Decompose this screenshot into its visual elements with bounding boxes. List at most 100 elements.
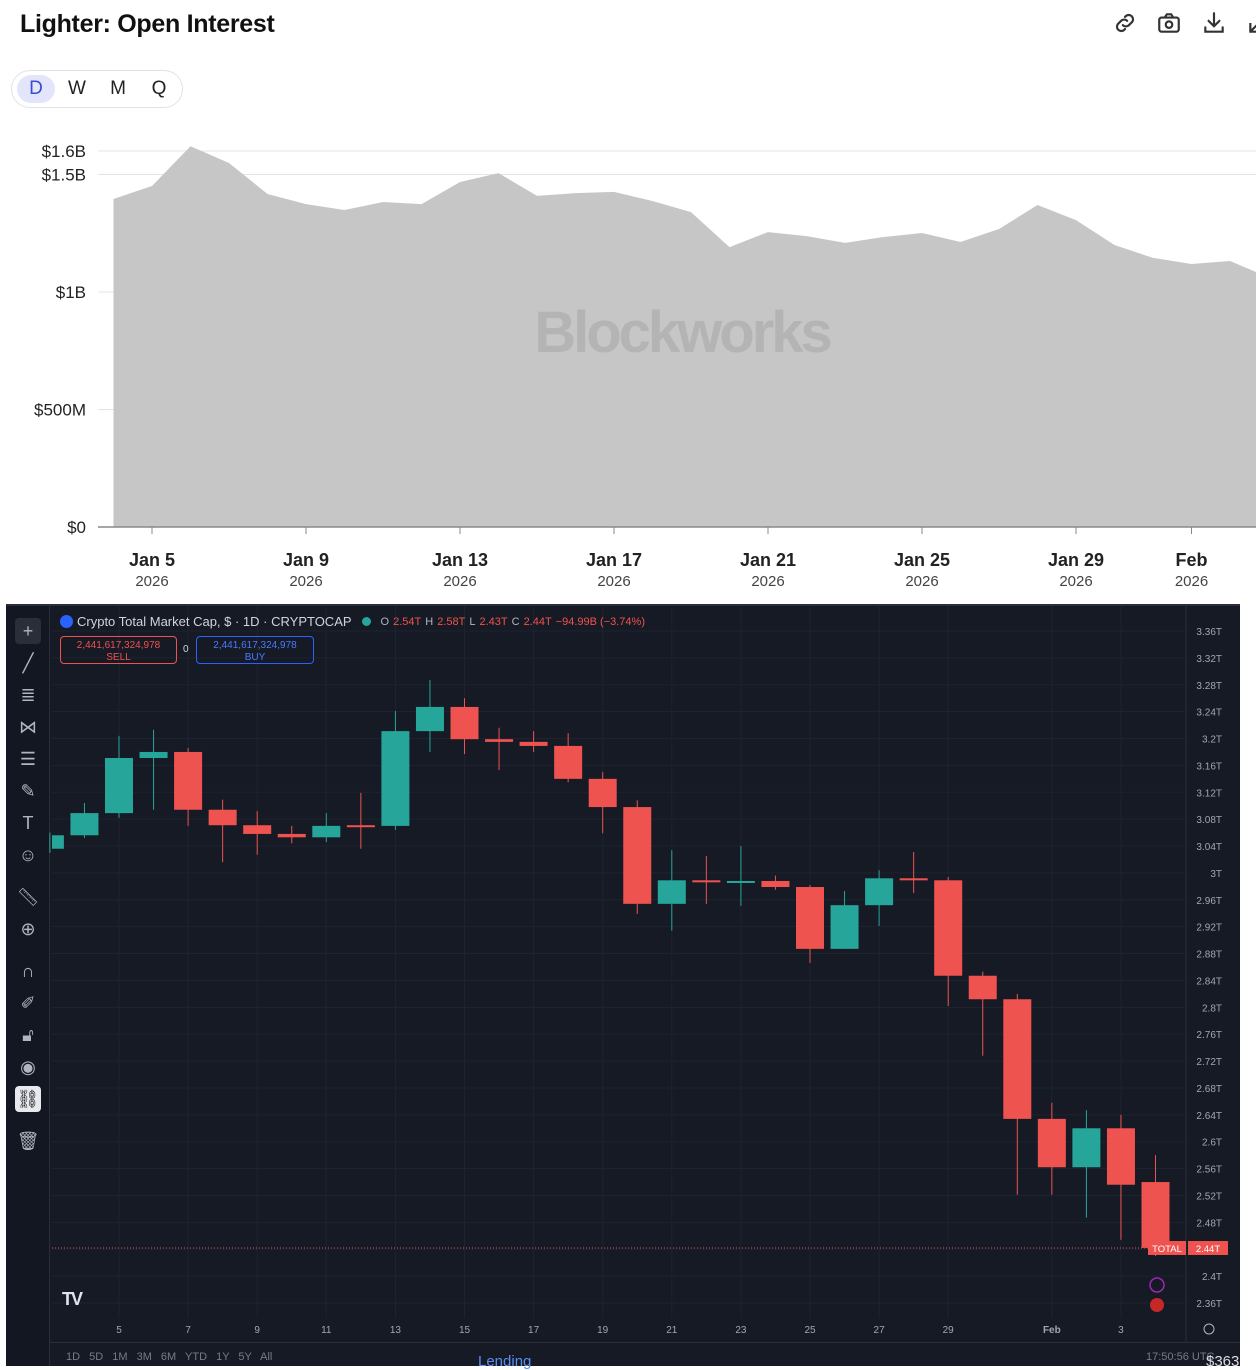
- lending-link[interactable]: Lending: [478, 1353, 531, 1370]
- candle-body: [174, 752, 202, 810]
- time-axis-label: 15: [459, 1325, 471, 1336]
- clock: 17:50:56 UTC: [1146, 1351, 1214, 1363]
- candle-body: [900, 878, 928, 880]
- candle-body: [243, 825, 271, 834]
- candle: [209, 800, 237, 862]
- price-axis-label: 3.28T: [1196, 681, 1222, 692]
- buy-label: BUY: [197, 652, 313, 664]
- candle-body: [623, 807, 651, 904]
- candle-body: [1107, 1128, 1135, 1184]
- time-axis-label: 29: [943, 1325, 955, 1336]
- sell-label: SELL: [61, 652, 176, 664]
- candle: [727, 846, 755, 906]
- candle-body: [969, 976, 997, 1000]
- range-buttons[interactable]: 1D 5D 1M 3M 6M YTD 1Y 5Y All: [66, 1351, 272, 1363]
- buy-button[interactable]: 2,441,617,324,978BUY: [196, 636, 314, 664]
- candle: [1038, 1103, 1066, 1195]
- symbol-title[interactable]: Crypto Total Market Cap, $ · 1D · CRYPTO…: [77, 614, 352, 629]
- price-axis-label: 2.52T: [1196, 1191, 1222, 1202]
- candle: [278, 826, 306, 843]
- candle: [174, 748, 202, 826]
- tradingview-logo[interactable]: TV: [62, 1289, 81, 1310]
- candle: [692, 856, 720, 904]
- candle: [485, 728, 513, 770]
- time-axis-label: 5: [116, 1325, 122, 1336]
- price-axis-label: 3.32T: [1196, 654, 1222, 665]
- price-axis-label: 3.12T: [1196, 788, 1222, 799]
- candle: [761, 876, 789, 890]
- candle: [381, 711, 409, 830]
- candle-body: [658, 880, 686, 904]
- candle-body: [589, 779, 617, 807]
- candlestick-chart: 3.36T3.32T3.28T3.24T3.2T3.16T3.12T3.08T3…: [0, 0, 1256, 1366]
- candle-body: [1072, 1128, 1100, 1167]
- time-axis-label: 19: [597, 1325, 609, 1336]
- market-status-icon: [362, 617, 371, 626]
- price-axis-label: 2.36T: [1196, 1299, 1222, 1310]
- open-value: 2.54T: [393, 616, 421, 628]
- candle-body: [520, 742, 548, 746]
- candle: [70, 803, 98, 838]
- candle-body: [761, 881, 789, 887]
- price-axis-label: 2.72T: [1196, 1057, 1222, 1068]
- price-tag-symbol: TOTAL: [1152, 1244, 1182, 1255]
- candle: [1003, 994, 1031, 1195]
- time-axis-label: 7: [185, 1325, 191, 1336]
- candle-body: [727, 881, 755, 883]
- candle-body: [865, 878, 893, 905]
- candle-body: [554, 746, 582, 779]
- candle: [520, 731, 548, 752]
- candle: [589, 772, 617, 833]
- candle: [934, 877, 962, 1006]
- open-label: O: [381, 616, 390, 628]
- buy-price: 2,441,617,324,978: [197, 640, 313, 652]
- us-flag-icon[interactable]: [1150, 1298, 1164, 1312]
- price-axis-label: 3.24T: [1196, 708, 1222, 719]
- change-value: −94.99B (−3.74%): [556, 616, 645, 628]
- lightning-icon[interactable]: [1150, 1278, 1164, 1292]
- time-axis-label: Feb: [1043, 1325, 1061, 1336]
- candle: [451, 698, 479, 754]
- last-price-tag: TOTAL 2.44T: [1148, 1241, 1228, 1255]
- time-axis-label: 11: [321, 1325, 332, 1336]
- time-axis-label: 21: [666, 1325, 678, 1336]
- candle-body: [347, 825, 375, 827]
- candle: [50, 833, 64, 853]
- price-axis-label: 2.76T: [1196, 1030, 1222, 1041]
- time-axis-label: 3: [1118, 1325, 1124, 1336]
- candle-body: [416, 707, 444, 731]
- candle: [1072, 1110, 1100, 1218]
- candle-body: [105, 758, 133, 813]
- candle-body: [52, 835, 64, 848]
- candle: [658, 850, 686, 931]
- price-axis-label: 2.6T: [1202, 1138, 1222, 1149]
- time-axis-label: 13: [390, 1325, 402, 1336]
- candle: [1107, 1115, 1135, 1240]
- time-axis-label: 27: [874, 1325, 886, 1336]
- candle-body: [485, 739, 513, 742]
- candle-body: [451, 707, 479, 739]
- candle: [140, 730, 168, 810]
- price-axis-label: 2.88T: [1196, 950, 1222, 961]
- sell-button[interactable]: 2,441,617,324,978SELL: [60, 636, 177, 664]
- cryptocap-logo-icon: [60, 615, 73, 628]
- candle: [312, 813, 340, 842]
- candle-body: [692, 880, 720, 882]
- spread-value: 0: [183, 644, 189, 655]
- price-axis-label: 2.96T: [1196, 896, 1222, 907]
- settings-icon[interactable]: [1204, 1324, 1214, 1334]
- price-axis-label: 2.56T: [1196, 1165, 1222, 1176]
- candle-body: [70, 813, 98, 835]
- price-axis-label: 3.16T: [1196, 761, 1222, 772]
- price-axis-label: 3.08T: [1196, 815, 1222, 826]
- price-axis-label: 2.84T: [1196, 976, 1222, 987]
- time-axis-label: 23: [735, 1325, 747, 1336]
- high-value: 2.58T: [437, 616, 465, 628]
- candle-body: [1142, 1182, 1170, 1248]
- range-bar: 1D 5D 1M 3M 6M YTD 1Y 5Y All 17:50:56 UT…: [50, 1342, 1240, 1366]
- candle: [796, 885, 824, 963]
- price-axis-label: 2.8T: [1202, 1003, 1222, 1014]
- time-axis-label: 9: [254, 1325, 260, 1336]
- price-axis-label: 2.48T: [1196, 1218, 1222, 1229]
- candle: [969, 972, 997, 1056]
